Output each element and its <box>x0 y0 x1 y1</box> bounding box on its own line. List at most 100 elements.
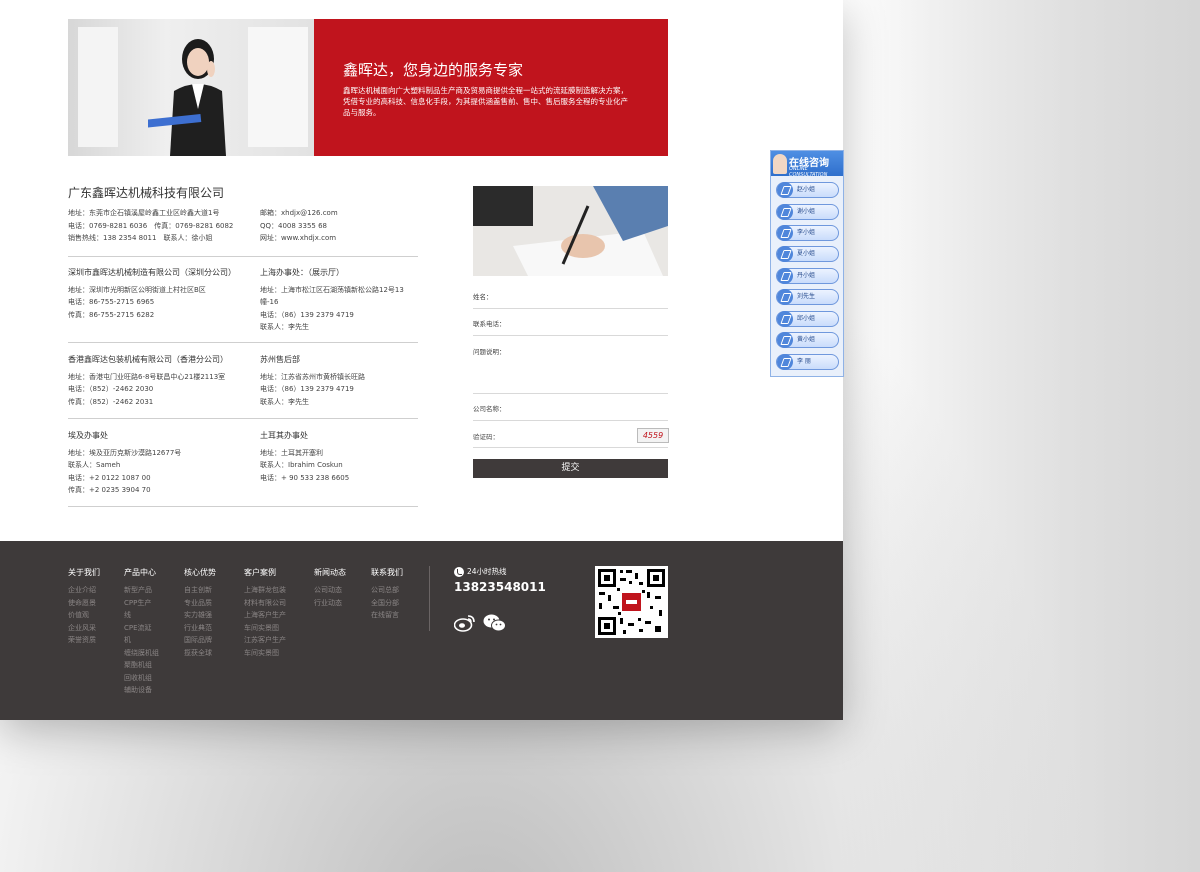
chat-icon <box>777 268 793 284</box>
chat-icon <box>777 332 793 348</box>
footer-heading[interactable]: 客户案例 <box>244 567 286 578</box>
footer-link[interactable]: 辅助设备 <box>124 684 159 697</box>
office-line: 地址：深圳市光明新区公明街道上村社区B区 <box>68 285 206 294</box>
footer-link[interactable]: 回收机组 <box>124 672 159 685</box>
office-name: 苏州售后部 <box>260 355 300 364</box>
footer-link[interactable]: 上海客户生产 <box>244 609 286 622</box>
submit-button[interactable]: 提交 <box>473 459 668 478</box>
footer-link[interactable]: 机 <box>124 634 159 647</box>
footer-link[interactable]: 全国分部 <box>371 597 403 610</box>
footer-link[interactable]: 专业品质 <box>184 597 216 610</box>
footer-link[interactable]: 使命愿景 <box>68 597 100 610</box>
office-suzhou: 苏州售后部 地址：江苏省苏州市黄桥镇长旺路 电话：（86）139 2379 47… <box>260 354 420 408</box>
office-name: 深圳市鑫晖达机械制造有限公司（深圳分公司） <box>68 268 236 277</box>
hotline-label-text: 24小时热线 <box>467 567 507 576</box>
chat-icon <box>777 246 793 262</box>
agent-chat-button[interactable]: 李 丽 <box>776 354 839 370</box>
name-input[interactable] <box>473 308 668 309</box>
footer-link[interactable]: 江苏客户生产 <box>244 634 286 647</box>
footer-link[interactable]: 上海群龙包装 <box>244 584 286 597</box>
office-line: 地址：东莞市企石镇溪屋岭鑫工业区岭鑫大道1号 <box>68 209 220 217</box>
agent-name: 刘先生 <box>797 293 816 300</box>
agent-name: 李 丽 <box>797 358 811 365</box>
head-office-contact: 地址：东莞市企石镇溪屋岭鑫工业区岭鑫大道1号 电话：0769-8281 6036… <box>68 207 258 245</box>
company-field-label: 公司名称： <box>473 405 506 413</box>
agent-chat-button[interactable]: 刘先生 <box>776 289 839 305</box>
footer-link[interactable]: 公司总部 <box>371 584 403 597</box>
footer: 关于我们 企业介绍 使命愿景 价值观 企业风采 荣誉资质 产品中心 新型产品 C… <box>0 541 843 720</box>
footer-divider <box>429 566 430 631</box>
service-agent-image <box>148 39 226 156</box>
footer-heading[interactable]: 产品中心 <box>124 567 159 578</box>
online-consultation-widget: 在线咨询 ONLINE CONSULTATION 赵小姐 谢小姐 李小姐 夏小姐… <box>770 150 844 377</box>
agent-avatar-icon <box>773 154 787 174</box>
footer-link[interactable]: 荣誉资质 <box>68 634 100 647</box>
footer-link[interactable]: 企业风采 <box>68 622 100 635</box>
office-line: 电话：+2 0122 1087 00 <box>68 473 151 482</box>
agent-chat-button[interactable]: 赵小姐 <box>776 182 839 198</box>
office-name: 上海办事处：（展示厅） <box>260 268 344 277</box>
agent-chat-button[interactable]: 李小姐 <box>776 225 839 241</box>
footer-column-contact: 联系我们 公司总部 全国分部 在线留言 <box>371 567 403 622</box>
footer-link[interactable]: 新型产品 <box>124 584 159 597</box>
banner-description: 鑫晖达机械面向广大塑料制品生产商及贸易商提供全程一站式的流延膜制造解决方案，凭借… <box>343 86 628 117</box>
agent-chat-button[interactable]: 丹小姐 <box>776 268 839 284</box>
chat-icon <box>777 311 793 327</box>
office-line: 电话：（86）139 2379 4719 <box>260 310 354 319</box>
footer-link[interactable]: 公司动态 <box>314 584 346 597</box>
footer-link[interactable]: 行业动态 <box>314 597 346 610</box>
footer-link[interactable]: 国际品牌 <box>184 634 216 647</box>
contact-banner: 鑫晖达，您身边的服务专家 鑫晖达机械面向广大塑料制品生产商及贸易商提供全程一站式… <box>68 19 668 156</box>
divider <box>68 418 418 419</box>
footer-link[interactable]: CPP生产 <box>124 597 159 610</box>
agent-name: 黄小姐 <box>797 336 816 343</box>
footer-link[interactable]: 聚酯机组 <box>124 659 159 672</box>
agent-chat-button[interactable]: 黄小姐 <box>776 332 839 348</box>
agent-chat-button[interactable]: 谢小姐 <box>776 204 839 220</box>
divider <box>68 506 418 507</box>
footer-link[interactable]: CPE流延 <box>124 622 159 635</box>
office-name: 香港鑫晖达包装机械有限公司（香港分公司） <box>68 355 228 364</box>
footer-link[interactable]: 企业介绍 <box>68 584 100 597</box>
question-textarea[interactable] <box>473 393 668 394</box>
footer-link[interactable]: 揽获全球 <box>184 647 216 660</box>
hotline-number: 13823548011 <box>454 580 546 594</box>
qr-code-icon <box>595 566 668 638</box>
footer-link[interactable]: 线 <box>124 609 159 622</box>
weibo-icon[interactable] <box>454 614 476 632</box>
footer-link[interactable]: 自主创新 <box>184 584 216 597</box>
agent-chat-button[interactable]: 夏小姐 <box>776 246 839 262</box>
chat-icon <box>777 182 793 198</box>
footer-link[interactable]: 缠绕膜机组 <box>124 647 159 660</box>
company-input[interactable] <box>473 420 668 421</box>
chat-icon <box>777 354 793 370</box>
agent-name: 夏小姐 <box>797 250 816 257</box>
footer-column-news: 新闻动态 公司动态 行业动态 <box>314 567 346 609</box>
company-title: 广东鑫晖达机械科技有限公司 <box>68 186 225 200</box>
footer-link[interactable]: 价值观 <box>68 609 100 622</box>
footer-link[interactable]: 实力雄强 <box>184 609 216 622</box>
captcha-image[interactable]: 4559 <box>637 428 669 443</box>
footer-heading[interactable]: 核心优势 <box>184 567 216 578</box>
banner-text-panel: 鑫晖达，您身边的服务专家 鑫晖达机械面向广大塑料制品生产商及贸易商提供全程一站式… <box>314 19 668 156</box>
chat-icon <box>777 204 793 220</box>
footer-link[interactable]: 车间实景图 <box>244 622 286 635</box>
wechat-icon[interactable] <box>483 614 506 632</box>
office-line: 电话：（86）139 2379 4719 <box>260 385 354 393</box>
captcha-field-label: 验证码： <box>473 433 499 441</box>
consultation-header: 在线咨询 ONLINE CONSULTATION <box>771 151 843 178</box>
agent-chat-button[interactable]: 邱小姐 <box>776 311 839 327</box>
footer-link[interactable]: 行业典范 <box>184 622 216 635</box>
footer-heading[interactable]: 新闻动态 <box>314 567 346 578</box>
footer-link[interactable]: 在线留言 <box>371 609 403 622</box>
captcha-input[interactable] <box>473 447 668 448</box>
qr-code <box>595 566 668 638</box>
office-line: 联系人：李先生 <box>260 323 309 331</box>
footer-heading[interactable]: 联系我们 <box>371 567 403 578</box>
footer-link[interactable]: 材料有限公司 <box>244 597 286 610</box>
agent-name: 赵小姐 <box>797 186 816 193</box>
footer-heading[interactable]: 关于我们 <box>68 567 100 578</box>
divider <box>68 342 418 343</box>
footer-link[interactable]: 车间实景图 <box>244 647 286 660</box>
phone-input[interactable] <box>473 335 668 336</box>
